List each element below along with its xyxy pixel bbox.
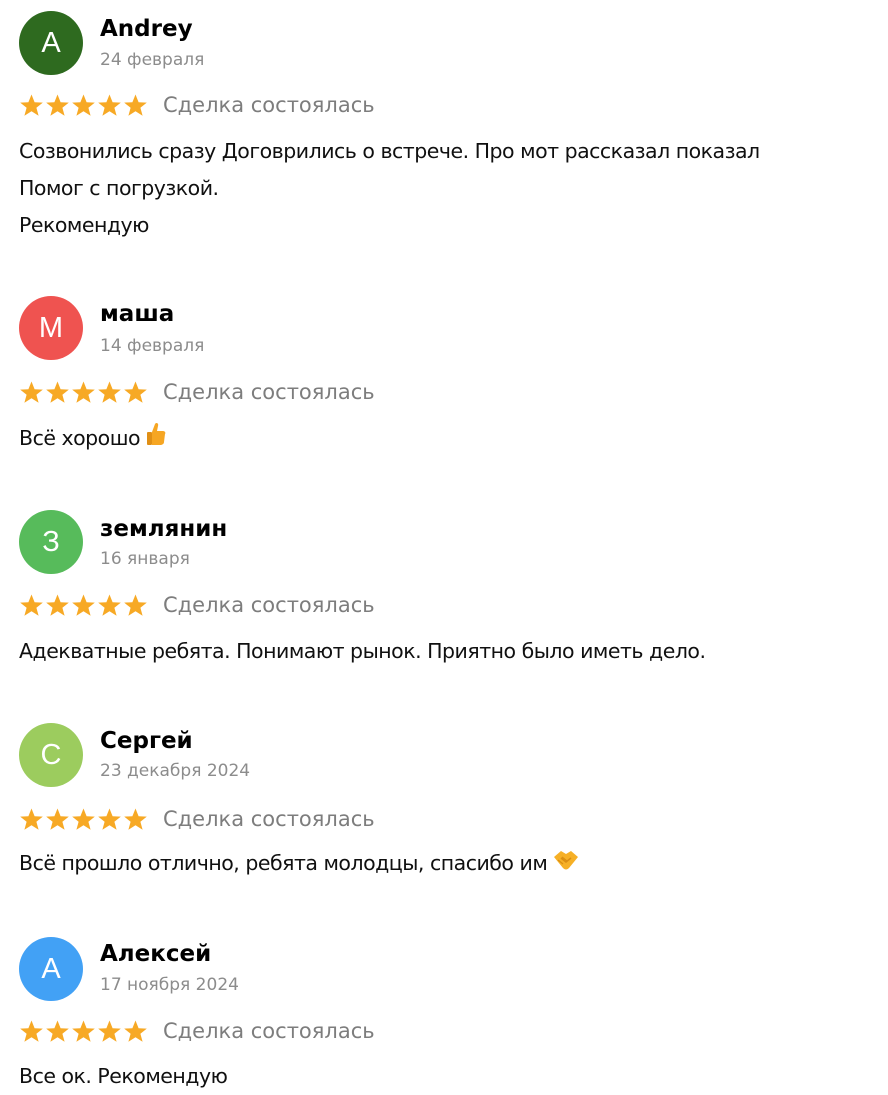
review-text-line: Все ок. Рекомендую <box>19 1064 228 1088</box>
star-icon <box>124 808 147 830</box>
avatar[interactable]: A <box>19 11 83 75</box>
star-icon <box>20 381 43 403</box>
avatar[interactable]: А <box>19 937 83 1001</box>
thumbs-up-emoji <box>146 421 166 458</box>
avatar-letter: А <box>41 952 61 985</box>
avatar[interactable]: З <box>19 510 83 574</box>
review-text-line: Помог с погрузкой. <box>19 176 219 200</box>
star-icon <box>124 94 147 116</box>
reviewer-name[interactable]: маша <box>100 303 174 326</box>
review-text: Все ок. Рекомендую <box>19 1058 886 1095</box>
handshake-emoji <box>553 846 579 883</box>
star-icon <box>98 1020 121 1042</box>
review-date: 17 ноября 2024 <box>100 975 239 995</box>
avatar-letter: A <box>41 26 61 59</box>
reviewer-name[interactable]: Алексей <box>100 943 211 966</box>
avatar-letter: М <box>38 311 64 344</box>
star-icon <box>46 594 69 616</box>
review-text-line: Созвонились сразу Договрились о встрече.… <box>19 139 760 163</box>
deal-status: Сделка состоялась <box>163 1019 375 1043</box>
review-text: Всё прошло отлично, ребята молодцы, спас… <box>19 845 886 883</box>
star-icon <box>98 94 121 116</box>
rating-stars <box>19 93 148 119</box>
star-icon <box>46 808 69 830</box>
rating-stars <box>19 593 148 619</box>
rating-stars <box>19 380 148 406</box>
star-icon <box>98 594 121 616</box>
review-date: 16 января <box>100 549 190 569</box>
star-icon <box>124 1020 147 1042</box>
review-date: 14 февраля <box>100 336 205 356</box>
rating-stars <box>19 807 148 833</box>
star-icon <box>20 594 43 616</box>
reviewer-name[interactable]: Сергей <box>100 730 193 753</box>
star-icon <box>72 1020 95 1042</box>
deal-status: Сделка состоялась <box>163 93 375 117</box>
star-icon <box>98 381 121 403</box>
star-icon <box>20 1020 43 1042</box>
review-date: 23 декабря 2024 <box>100 761 251 781</box>
avatar[interactable]: С <box>19 723 83 787</box>
star-icon <box>72 594 95 616</box>
star-icon <box>20 94 43 116</box>
star-icon <box>72 94 95 116</box>
review-text: Адекватные ребята. Понимают рынок. Прият… <box>19 633 886 670</box>
star-icon <box>98 808 121 830</box>
star-icon <box>124 594 147 616</box>
avatar-letter: З <box>42 525 60 558</box>
star-icon <box>46 94 69 116</box>
review-text: Всё хорошо <box>19 420 886 458</box>
review-text: Созвонились сразу Договрились о встрече.… <box>19 133 886 244</box>
review-text-line: Адекватные ребята. Понимают рынок. Прият… <box>19 639 706 663</box>
star-icon <box>20 808 43 830</box>
star-icon <box>124 381 147 403</box>
avatar[interactable]: М <box>19 296 83 360</box>
deal-status: Сделка состоялась <box>163 807 375 831</box>
rating-stars <box>19 1019 148 1045</box>
star-icon <box>46 1020 69 1042</box>
star-icon <box>72 381 95 403</box>
reviewer-name[interactable]: землянин <box>100 518 227 541</box>
deal-status: Сделка состоялась <box>163 593 375 617</box>
star-icon <box>46 381 69 403</box>
reviewer-name[interactable]: Andrey <box>100 18 193 41</box>
review-date: 24 февраля <box>100 50 205 70</box>
avatar-letter: С <box>40 738 62 771</box>
review-text-line: Всё хорошо <box>19 426 141 450</box>
review-text-line: Рекомендую <box>19 213 149 237</box>
review-text-line: Всё прошло отлично, ребята молодцы, спас… <box>19 851 548 875</box>
deal-status: Сделка состоялась <box>163 380 375 404</box>
star-icon <box>72 808 95 830</box>
